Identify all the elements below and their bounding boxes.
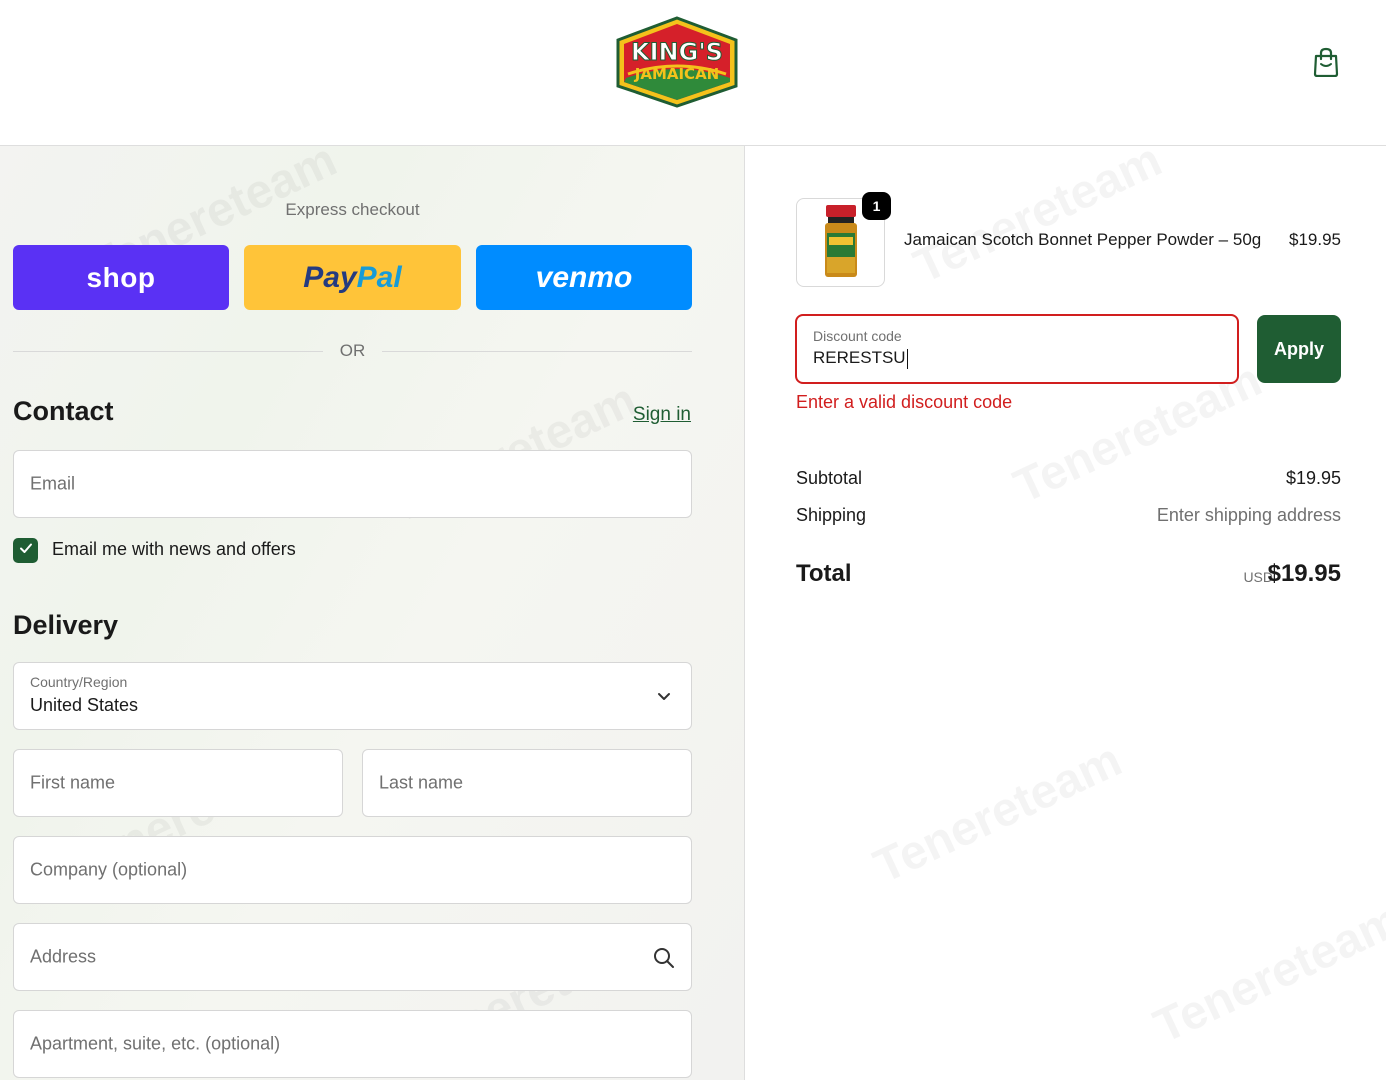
apply-discount-button[interactable]: Apply <box>1257 315 1341 383</box>
express-checkout-title: Express checkout <box>285 200 420 219</box>
kings-jamaican-logo[interactable]: KING'S JAMAICAN <box>614 16 740 108</box>
first-name-field[interactable]: First name <box>13 749 343 817</box>
product-name: Jamaican Scotch Bonnet Pepper Powder – 5… <box>904 230 1262 249</box>
logo-text-kings: KING'S <box>631 38 723 66</box>
newsletter-label: Email me with news and offers <box>52 539 296 559</box>
apartment-field[interactable]: Apartment, suite, etc. (optional) <box>13 1010 692 1078</box>
chevron-down-icon <box>657 689 671 707</box>
country-label: Country/Region <box>30 674 128 690</box>
watermark: Tenereteam <box>906 132 1170 294</box>
address-placeholder: Address <box>30 946 97 967</box>
delivery-heading: Delivery <box>13 610 119 640</box>
cart-button[interactable] <box>1306 44 1346 84</box>
subtotal-label: Subtotal <box>796 468 863 488</box>
last-name-placeholder: Last name <box>379 772 464 793</box>
product-price: $19.95 <box>1289 230 1341 249</box>
shipping-value: Enter shipping address <box>1156 505 1341 525</box>
discount-code-value: RERESTSU <box>813 348 908 369</box>
venmo-logo: venmo <box>535 260 633 294</box>
shop-pay-button[interactable]: shop <box>13 245 229 310</box>
watermark: Tenereteam <box>1146 892 1386 1054</box>
country-select[interactable]: Country/Region United States <box>13 662 692 730</box>
company-field[interactable]: Company (optional) <box>13 836 692 904</box>
first-name-placeholder: First name <box>30 772 116 793</box>
paypal-logo: PayPal <box>303 260 402 294</box>
discount-code-input[interactable]: Discount code RERESTSU <box>795 314 1239 384</box>
or-divider: OR <box>13 341 692 361</box>
paypal-button[interactable]: PayPal <box>244 245 461 310</box>
company-placeholder: Company (optional) <box>30 859 188 880</box>
shipping-row: Shipping Enter shipping address <box>796 505 1341 526</box>
last-name-field[interactable]: Last name <box>362 749 692 817</box>
apartment-placeholder: Apartment, suite, etc. (optional) <box>30 1033 281 1054</box>
email-field[interactable]: Email <box>13 450 692 518</box>
country-value: United States <box>30 695 139 715</box>
logo-text-jamaican: JAMAICAN <box>634 65 719 83</box>
sign-in-link[interactable]: Sign in <box>633 404 691 426</box>
shop-logo: shop <box>86 261 156 293</box>
contact-heading: Contact <box>13 396 114 426</box>
order-summary-panel: Tenereteam Tenereteam Tenereteam Teneret… <box>745 133 1386 1080</box>
newsletter-checkbox[interactable] <box>13 538 38 563</box>
checkmark-icon <box>18 540 34 561</box>
checkout-form-panel: Tenereteam Tenereteam Tenereteam Teneret… <box>0 146 745 1080</box>
subtotal-row: Subtotal $19.95 <box>796 468 1341 489</box>
discount-error-message: Enter a valid discount code <box>796 392 1013 412</box>
venmo-button[interactable]: venmo <box>476 245 692 310</box>
email-placeholder: Email <box>30 473 76 494</box>
watermark: Tenereteam <box>866 732 1130 894</box>
or-label: OR <box>339 341 366 360</box>
quantity-badge: 1 <box>862 192 891 220</box>
subtotal-value: $19.95 <box>1285 468 1341 488</box>
shopping-bag-icon <box>1312 47 1340 82</box>
shipping-label: Shipping <box>796 505 867 525</box>
total-value: $19.95 <box>1267 560 1341 587</box>
search-icon <box>653 947 675 974</box>
total-label: Total <box>796 560 852 587</box>
header: KING'S JAMAICAN <box>0 0 1386 146</box>
address-field[interactable]: Address <box>13 923 692 991</box>
discount-code-label: Discount code <box>813 328 902 344</box>
